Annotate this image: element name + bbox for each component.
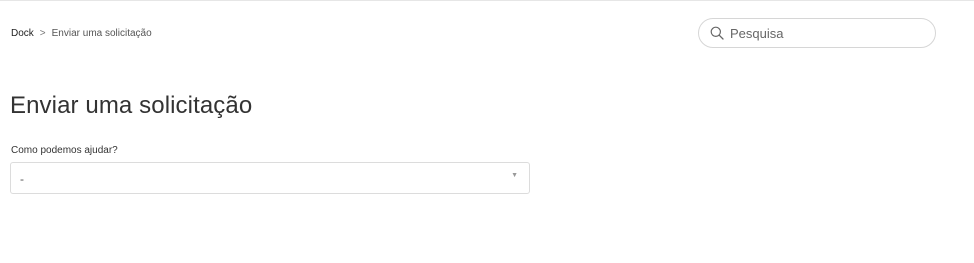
breadcrumb-home-link[interactable]: Dock [11,28,34,39]
search-box[interactable] [698,18,936,48]
search-icon [710,26,724,40]
breadcrumb-separator: > [39,28,46,39]
page-title: Enviar uma solicitação [10,92,253,119]
chevron-down-icon: ▼ [511,171,518,179]
search-input[interactable] [730,25,920,41]
breadcrumb: Dock > Enviar uma solicitação [11,28,152,39]
header-divider [0,0,974,1]
breadcrumb-current: Enviar uma solicitação [51,28,152,39]
help-topic-select[interactable]: - ▼ [10,162,530,194]
help-field-label: Como podemos ajudar? [11,145,118,156]
help-topic-select-value: - [20,172,24,186]
